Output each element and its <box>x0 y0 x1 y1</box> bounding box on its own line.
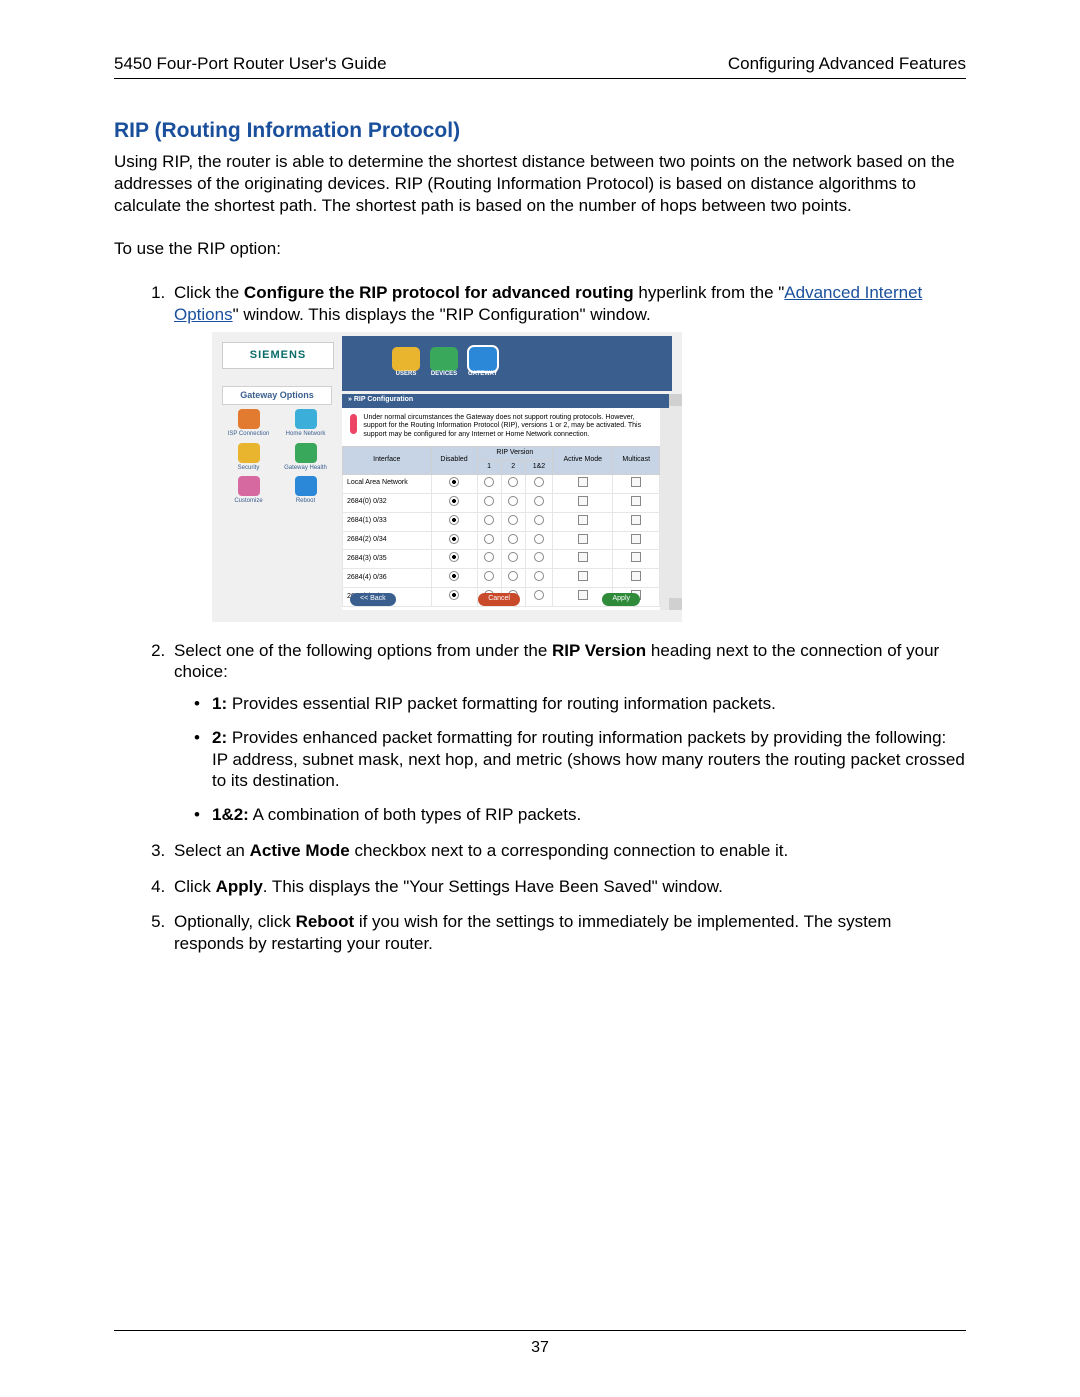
multicast-checkbox[interactable] <box>631 571 641 581</box>
table-row: 2684(0) 0/32 <box>343 493 660 512</box>
sidebar-item[interactable]: ISP Connection <box>222 409 275 439</box>
intro-text: Using RIP, the router is able to determi… <box>114 151 966 216</box>
rip-config-screenshot: SIEMENS Gateway Options ISP ConnectionHo… <box>212 332 682 622</box>
radio-disabled[interactable] <box>449 552 459 562</box>
step-1: Click the Configure the RIP protocol for… <box>170 282 966 622</box>
radio-disabled[interactable] <box>449 515 459 525</box>
radio-v1[interactable] <box>484 534 494 544</box>
multicast-checkbox[interactable] <box>631 496 641 506</box>
radio-v2[interactable] <box>508 571 518 581</box>
table-row: 2684(2) 0/34 <box>343 531 660 550</box>
lead-text: To use the RIP option: <box>114 238 966 260</box>
topnav-item[interactable]: DEVICES <box>430 347 458 379</box>
step-3: Select an Active Mode checkbox next to a… <box>170 840 966 862</box>
radio-v1[interactable] <box>484 552 494 562</box>
sidebar-item[interactable]: Customize <box>222 476 275 506</box>
step-4: Click Apply. This displays the "Your Set… <box>170 876 966 898</box>
apply-button[interactable]: Apply <box>602 593 640 606</box>
topnav-item[interactable]: GATEWAY <box>468 347 497 379</box>
radio-v2[interactable] <box>508 515 518 525</box>
page-title: RIP (Routing Information Protocol) <box>114 119 966 143</box>
multicast-checkbox[interactable] <box>631 477 641 487</box>
siemens-logo: SIEMENS <box>222 342 334 369</box>
multicast-checkbox[interactable] <box>631 515 641 525</box>
radio-disabled[interactable] <box>449 496 459 506</box>
active-checkbox[interactable] <box>578 477 588 487</box>
active-checkbox[interactable] <box>578 534 588 544</box>
header-left: 5450 Four-Port Router User's Guide <box>114 54 387 74</box>
radio-disabled[interactable] <box>449 534 459 544</box>
step-2: Select one of the following options from… <box>170 640 966 826</box>
radio-v12[interactable] <box>534 552 544 562</box>
sidebar-item[interactable]: Security <box>222 443 275 473</box>
active-checkbox[interactable] <box>578 571 588 581</box>
radio-v12[interactable] <box>534 534 544 544</box>
multicast-checkbox[interactable] <box>631 534 641 544</box>
radio-v12[interactable] <box>534 571 544 581</box>
sidebar-item[interactable]: Home Network <box>279 409 332 439</box>
radio-v12[interactable] <box>534 496 544 506</box>
footer-divider <box>114 1330 966 1331</box>
active-checkbox[interactable] <box>578 552 588 562</box>
sidebar-item[interactable]: Reboot <box>279 476 332 506</box>
radio-v1[interactable] <box>484 571 494 581</box>
cancel-button[interactable]: Cancel <box>478 593 520 606</box>
radio-v2[interactable] <box>508 552 518 562</box>
page-number: 37 <box>114 1339 966 1357</box>
header-right: Configuring Advanced Features <box>728 54 966 74</box>
section-band: » RIP Configuration <box>342 394 672 408</box>
sidebar-title: Gateway Options <box>222 386 332 406</box>
active-checkbox[interactable] <box>578 496 588 506</box>
radio-v12[interactable] <box>534 515 544 525</box>
radio-v2[interactable] <box>508 496 518 506</box>
radio-v1[interactable] <box>484 496 494 506</box>
table-row: 2684(3) 0/35 <box>343 550 660 569</box>
rip-table: Interface Disabled RIP Version Active Mo… <box>342 446 660 608</box>
radio-disabled[interactable] <box>449 477 459 487</box>
multicast-checkbox[interactable] <box>631 552 641 562</box>
config-description: Under normal circumstances the Gateway d… <box>363 414 652 440</box>
table-row: Local Area Network <box>343 474 660 493</box>
radio-v1[interactable] <box>484 477 494 487</box>
radio-disabled[interactable] <box>449 571 459 581</box>
radio-v2[interactable] <box>508 477 518 487</box>
info-icon <box>350 414 357 434</box>
divider <box>114 78 966 79</box>
topnav-item[interactable]: USERS <box>392 347 420 379</box>
step-5: Optionally, click Reboot if you wish for… <box>170 911 966 955</box>
radio-v2[interactable] <box>508 534 518 544</box>
active-checkbox[interactable] <box>578 515 588 525</box>
scrollbar[interactable] <box>669 394 682 610</box>
sidebar-item[interactable]: Gateway Health <box>279 443 332 473</box>
table-row: 2684(1) 0/33 <box>343 512 660 531</box>
table-row: 2684(4) 0/36 <box>343 569 660 588</box>
back-button[interactable]: << Back <box>350 593 396 606</box>
radio-v1[interactable] <box>484 515 494 525</box>
radio-v12[interactable] <box>534 477 544 487</box>
